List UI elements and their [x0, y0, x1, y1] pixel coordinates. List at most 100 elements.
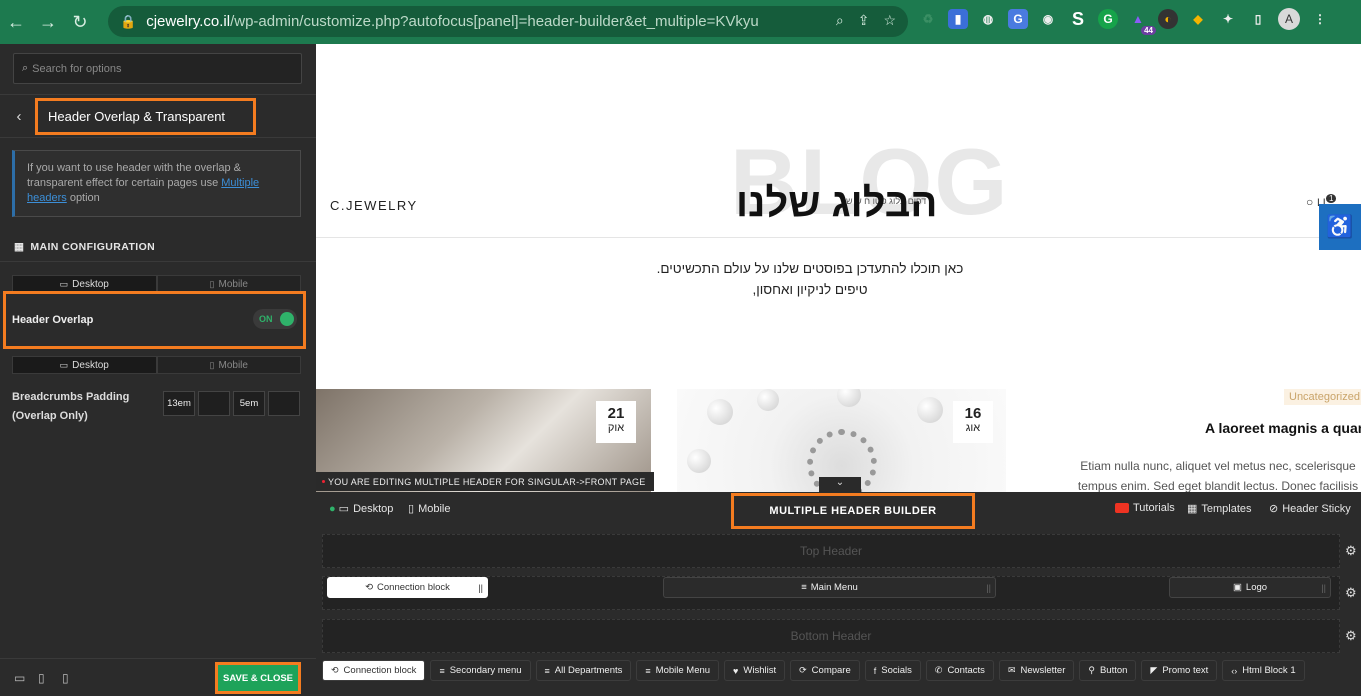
mobile-preview-icon[interactable]: ▯ [62, 671, 72, 685]
avail-all-departments[interactable]: ≡ All Departments [535, 660, 632, 681]
avail-button[interactable]: ⚲ Button [1079, 660, 1137, 681]
site-logo[interactable]: C.JEWELRY [330, 198, 418, 213]
decor-ball [917, 397, 943, 423]
device-tabs-2: ▭ Desktop ▯ Mobile [12, 356, 301, 374]
desktop-icon: ▭ [59, 359, 69, 370]
blog-subtitle: כאן תוכלו להתעדכן בפוסטים שלנו על עולם ה… [656, 261, 964, 297]
element-connection-block[interactable]: ⟲ Connection block || [327, 577, 488, 598]
desktop-icon: ▭ [338, 503, 350, 515]
back-chevron-icon[interactable]: ‹ [0, 108, 38, 125]
header-overlap-toggle[interactable]: ON [253, 309, 297, 329]
forward-arrow-icon[interactable]: → [32, 12, 64, 33]
blog-title: הבלוג שלנו [736, 181, 938, 225]
globe-extension-icon[interactable]: ◍ [978, 9, 998, 29]
menu-kebab-icon[interactable]: ⋮ [1310, 9, 1330, 29]
tutorials-link[interactable]: Tutorials [1115, 502, 1175, 514]
color-extension-icon[interactable]: ◐ [1158, 9, 1178, 29]
lock-icon: 🔒 [120, 13, 137, 29]
menu-icon: ≡ [645, 665, 651, 676]
grammarly-extension-icon[interactable]: G [1098, 9, 1118, 29]
connection-icon: ⟲ [365, 582, 374, 593]
avail-secondary-menu[interactable]: ≡ Secondary menu [430, 660, 531, 681]
templates-link[interactable]: ▦ Templates [1187, 502, 1252, 516]
link-icon: ⚲ [1088, 665, 1095, 675]
pin-icon: ⊘ [1269, 503, 1279, 515]
collapse-chevron-icon[interactable]: ⌄ [819, 477, 861, 493]
post-excerpt: Etiam nulla nunc, aliquet vel metus nec,… [1077, 459, 1359, 492]
avail-newsletter[interactable]: ✉ Newsletter [998, 660, 1075, 681]
reload-icon[interactable]: ↻ [64, 12, 96, 33]
builder-tab-desktop[interactable]: ● ▭ Desktop [329, 502, 393, 516]
search-icon[interactable]: ○ [1306, 195, 1313, 209]
padding-left-input[interactable] [268, 391, 300, 416]
profile-avatar[interactable]: A [1278, 8, 1300, 30]
zoom-icon[interactable]: ⌕ [836, 12, 844, 29]
avail-wishlist[interactable]: ♥ Wishlist [724, 660, 786, 681]
menu-icon: ≡ [801, 582, 807, 593]
site-preview: BLOG C.JEWELRY דפים בלוג סטו ח ש ש ○ ⊔ 1 … [316, 44, 1361, 492]
compare-icon: ⟳ [799, 665, 807, 675]
back-arrow-icon[interactable]: ← [0, 12, 32, 33]
accessibility-icon[interactable]: ♿ [1319, 204, 1361, 250]
side-panel-icon[interactable]: ▯ [1248, 9, 1268, 29]
main-header-gear-icon[interactable]: ⚙ [1345, 585, 1357, 601]
desktop-icon: ▭ [59, 278, 69, 289]
s-extension-icon[interactable]: S [1068, 9, 1088, 29]
tablet-preview-icon[interactable]: ▯ [38, 671, 48, 685]
decor-ball [837, 389, 861, 407]
url-text: cjewelry.co.il/wp-admin/customize.php?au… [146, 13, 759, 30]
recycle-extension-icon[interactable]: ♻ [918, 9, 938, 29]
avail-promo-text[interactable]: ◤ Promo text [1141, 660, 1218, 681]
available-elements: ⟲ Connection block ≡ Secondary menu ≡ All D… [316, 660, 1305, 684]
camera-extension-icon[interactable]: ◉ [1038, 9, 1058, 29]
element-main-menu[interactable]: ≡ Main Menu || [663, 577, 996, 598]
padding-top-input[interactable]: 13em [163, 391, 195, 416]
avail-socials[interactable]: f Socials [864, 660, 921, 681]
tab-desktop-2[interactable]: ▭ Desktop [12, 356, 157, 374]
desktop-preview-icon[interactable]: ▭ [14, 671, 25, 685]
translate-extension-icon[interactable]: G [1008, 9, 1028, 29]
earth-extension-icon[interactable]: ◆ [1188, 9, 1208, 29]
envelope-icon: ✉ [1007, 665, 1016, 675]
docs-extension-icon[interactable]: ▮ [948, 9, 968, 29]
top-header-gear-icon[interactable]: ⚙ [1345, 543, 1357, 559]
search-options-input[interactable]: ⌕ Search for options [13, 53, 302, 84]
save-close-button[interactable]: SAVE & CLOSE [215, 662, 301, 694]
notice-dot-icon [322, 480, 325, 483]
avail-compare[interactable]: ⟳ Compare [790, 660, 860, 681]
category-badge[interactable]: Uncategorized [1284, 389, 1361, 405]
avail-html-block-1[interactable]: ‹› Html Block 1 [1222, 660, 1305, 681]
element-logo[interactable]: ▣ Logo || [1169, 577, 1331, 598]
mobile-icon: ▯ [209, 359, 215, 370]
bottom-header-row[interactable]: Bottom Header [322, 619, 1340, 653]
post-date-1: 21 אוק [596, 401, 636, 443]
tab-mobile-2[interactable]: ▯ Mobile [156, 356, 301, 374]
tab-mobile[interactable]: ▯ Mobile [156, 275, 301, 293]
drag-handle-icon[interactable]: || [1321, 583, 1326, 593]
avail-mobile-menu[interactable]: ≡ Mobile Menu [636, 660, 720, 681]
puzzle-extensions-icon[interactable]: ✦ [1218, 9, 1238, 29]
header-sticky-link[interactable]: ⊘ Header Sticky [1269, 502, 1351, 516]
star-icon[interactable]: ☆ [883, 12, 896, 29]
section-title: Header Overlap & Transparent [34, 97, 257, 135]
padding-right-input[interactable] [198, 391, 230, 416]
customizer-sidebar: ⌕ Search for options ‹ Header Overlap & … [0, 44, 316, 696]
top-header-row[interactable]: Top Header [322, 534, 1340, 568]
avail-connection-block[interactable]: ⟲ Connection block [322, 660, 426, 681]
post-title[interactable]: A laoreet magnis a quam [1205, 420, 1361, 436]
address-bar[interactable]: 🔒 cjewelry.co.il/wp-admin/customize.php?… [108, 6, 908, 37]
builder-tab-mobile[interactable]: ▯ Mobile [408, 502, 450, 516]
list-icon: ≡ [544, 665, 550, 676]
bottom-header-gear-icon[interactable]: ⚙ [1345, 628, 1357, 644]
decor-ball [707, 399, 733, 425]
facebook-icon: f [873, 665, 877, 676]
image-icon: ▣ [1232, 582, 1242, 593]
padding-bottom-input[interactable]: 5em [233, 391, 265, 416]
share-icon[interactable]: ⇪ [858, 12, 870, 29]
drag-handle-icon[interactable]: || [986, 583, 991, 593]
hat-extension-icon[interactable]: ▲ 44 [1128, 9, 1156, 35]
drag-handle-icon[interactable]: || [478, 583, 483, 593]
avail-contacts[interactable]: ✆ Contacts [925, 660, 994, 681]
tab-desktop[interactable]: ▭ Desktop [12, 275, 157, 293]
decor-ball [687, 449, 711, 473]
